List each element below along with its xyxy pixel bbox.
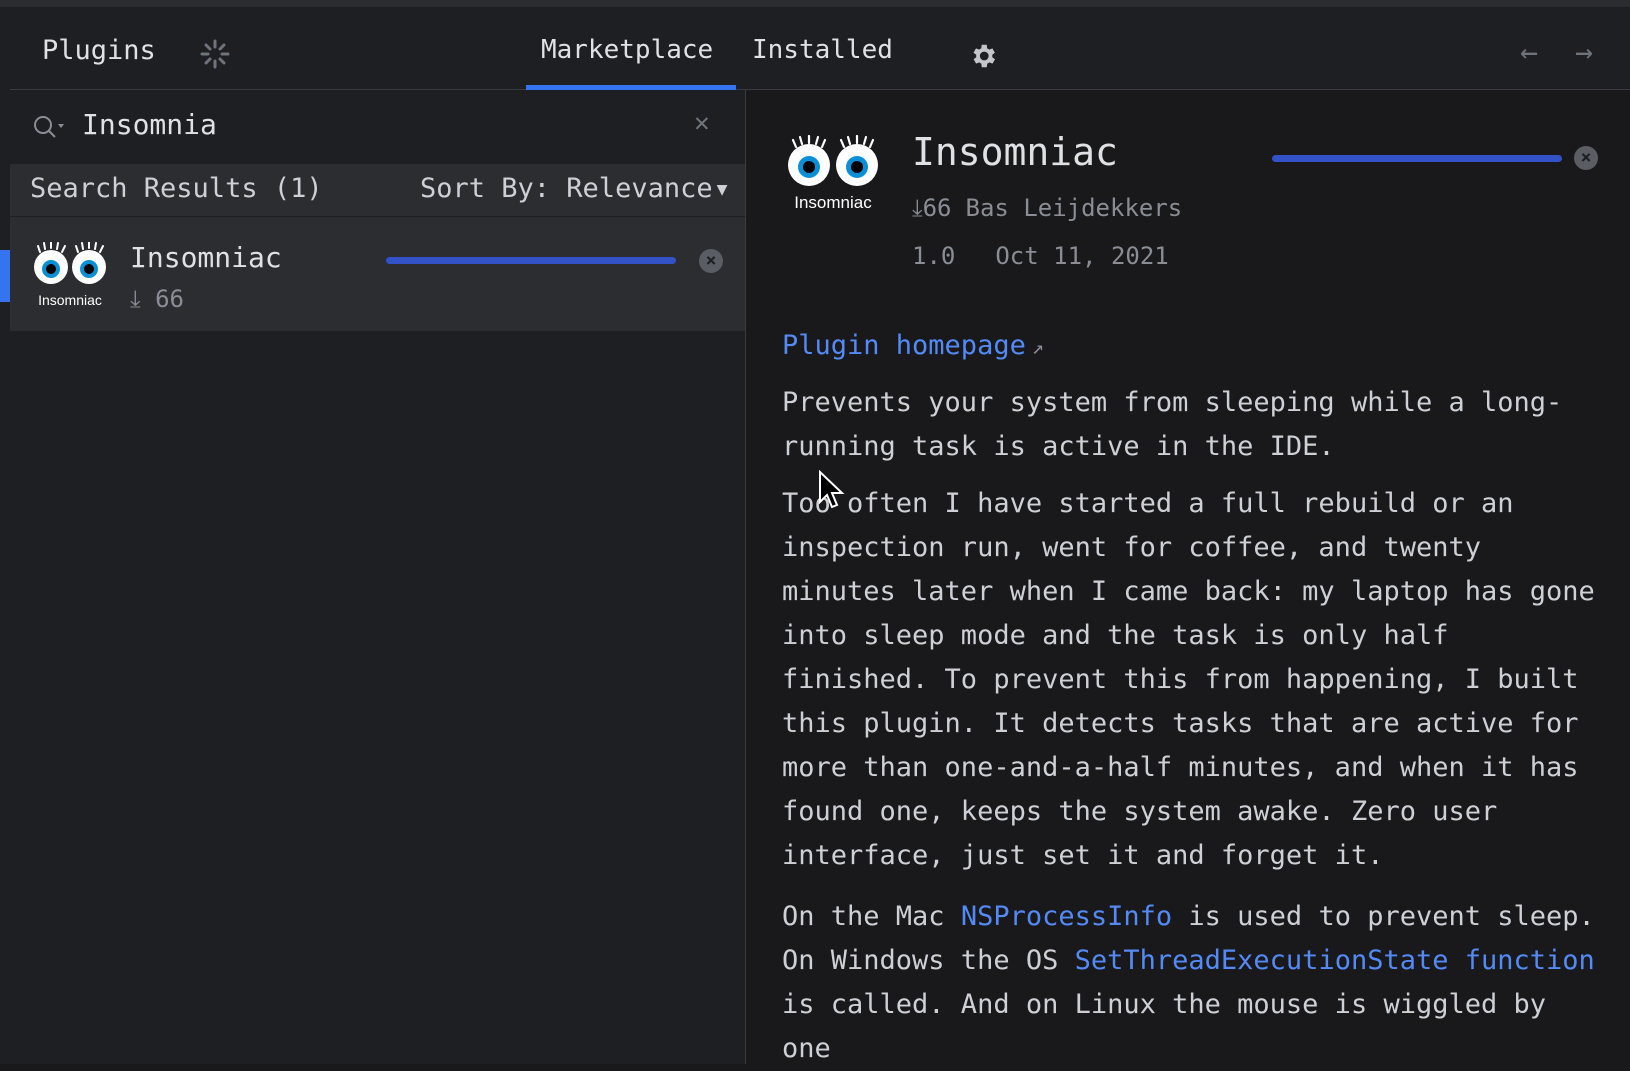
back-arrow-icon[interactable]: ← <box>1520 35 1538 70</box>
download-icon: ⤓ <box>912 194 923 222</box>
gear-icon[interactable] <box>968 41 998 71</box>
logo-wordmark: Insomniac <box>38 292 102 308</box>
detail-install-progress-bar <box>1272 155 1562 162</box>
sort-dropdown[interactable]: Sort By: Relevance ▼ <box>420 173 727 204</box>
result-plugin-name[interactable]: Insomniac <box>130 241 282 274</box>
cancel-install-icon[interactable]: × <box>1574 146 1598 170</box>
description-paragraph-2: Too often I have started a full rebuild … <box>782 488 1595 871</box>
vendor-name[interactable]: Bas Leijdekkers <box>966 194 1183 222</box>
detail-version-date: 1.0 Oct 11, 2021 <box>912 242 1169 270</box>
plugin-version: 1.0 <box>912 242 956 270</box>
forward-arrow-icon[interactable]: → <box>1575 35 1593 70</box>
detail-downloads: 66 <box>922 194 952 222</box>
selected-item-accent <box>0 250 10 302</box>
detail-meta: ⤓66 Bas Leijdekkers <box>912 194 1182 222</box>
tab-installed[interactable]: Installed <box>752 35 893 65</box>
mouse-cursor-icon <box>819 470 845 509</box>
page-title: Plugins <box>42 35 156 66</box>
external-link-icon: ↗ <box>1031 335 1044 359</box>
logo-wordmark-large: Insomniac <box>794 193 872 212</box>
cancel-icon[interactable]: × <box>699 249 723 273</box>
window-top-border <box>0 0 1630 7</box>
search-bar[interactable]: Insomnia ✕ <box>10 90 745 165</box>
plugin-logo-large: Insomniac <box>788 135 878 212</box>
search-input[interactable]: Insomnia <box>82 108 217 141</box>
results-count-label: Search Results (1) <box>30 173 323 204</box>
tab-marketplace[interactable]: Marketplace <box>541 35 713 65</box>
plugin-detail-panel: Insomniac Insomniac ⤓66 Bas Leijdekkers 1… <box>746 90 1630 1064</box>
search-icon[interactable] <box>32 114 68 140</box>
description-paragraph-1: Prevents your system from sleeping while… <box>782 387 1563 462</box>
sort-label: Sort By: Relevance <box>420 173 713 204</box>
detail-plugin-name: Insomniac <box>912 130 1118 174</box>
install-progress-bar <box>386 257 676 264</box>
download-icon: ⤓ <box>130 285 141 313</box>
chevron-down-icon: ▼ <box>716 179 728 200</box>
nsprocessinfo-link[interactable]: NSProcessInfo <box>961 901 1172 932</box>
plugin-logo: Insomniac <box>34 242 106 308</box>
release-date: Oct 11, 2021 <box>995 242 1169 270</box>
description-paragraph-3: On the Mac NSProcessInfo is used to prev… <box>782 901 1595 1064</box>
setthreadexecutionstate-link[interactable]: SetThreadExecutionState function <box>1075 945 1595 976</box>
plugins-header: Plugins Marketplace Installed ← → <box>10 7 1630 90</box>
result-downloads: ⤓ 66 <box>130 285 184 313</box>
results-header: Search Results (1) Sort By: Relevance ▼ <box>10 165 745 216</box>
plugin-homepage-link[interactable]: Plugin homepage ↗ <box>782 330 1044 361</box>
spinner-icon <box>200 39 230 69</box>
clear-search-icon[interactable]: ✕ <box>694 108 710 138</box>
list-item[interactable]: Insomniac Insomniac ⤓ 66 <box>10 217 745 331</box>
search-panel: Insomnia ✕ Search Results (1) Sort By: R… <box>10 90 746 1064</box>
